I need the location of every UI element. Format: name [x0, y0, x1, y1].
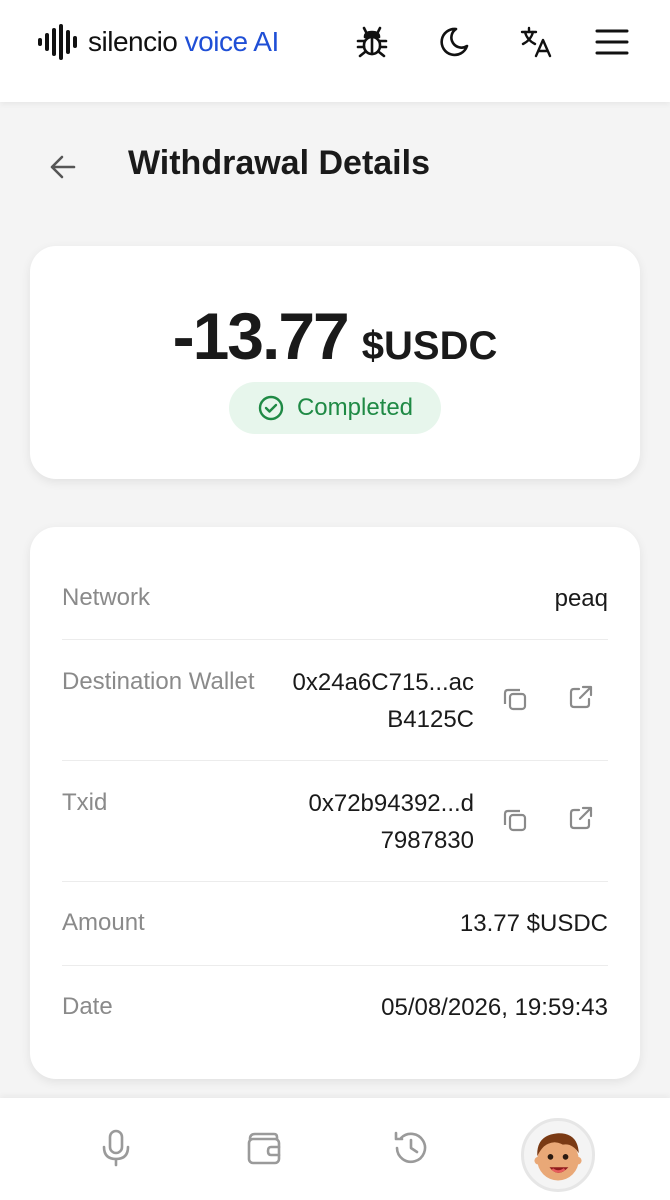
external-link-icon — [569, 685, 593, 709]
brand-name: silencio voice AI — [88, 26, 279, 58]
detail-row-txid: Txid 0x72b94392...d 7987830 — [62, 761, 608, 882]
destination-wallet-label: Destination Wallet — [62, 668, 255, 695]
detail-row-amount: Amount 13.77 $USDC — [62, 882, 608, 966]
network-label: Network — [62, 584, 151, 611]
txid-value: 0x72b94392...d 7987830 — [309, 785, 474, 859]
soundwave-logo-icon — [38, 24, 77, 60]
history-icon — [394, 1131, 427, 1164]
withdrawal-amount: -13.77 — [172, 299, 350, 373]
date-label: Date — [62, 993, 113, 1020]
open-txid-link-button[interactable] — [566, 803, 600, 837]
nav-history-button[interactable] — [391, 1128, 435, 1172]
detail-row-date: Date 05/08/2026, 19:59:43 — [62, 966, 608, 1079]
amount-value: 13.77 $USDC — [459, 910, 608, 937]
menu-button[interactable] — [592, 22, 632, 62]
destination-wallet-value: 0x24a6C715...ac B4125C — [293, 664, 474, 738]
menu-icon — [595, 29, 629, 55]
external-link-icon — [569, 806, 593, 830]
wallet-icon — [247, 1132, 281, 1165]
network-value: peaq — [554, 585, 608, 612]
amount-label: Amount — [62, 909, 145, 936]
bottom-nav — [0, 1098, 670, 1200]
copy-icon — [503, 688, 527, 711]
txid-line2: 7987830 — [380, 827, 474, 854]
arrow-left-icon — [50, 155, 76, 179]
detail-row-destination-wallet: Destination Wallet 0x24a6C715...ac B4125… — [62, 640, 608, 761]
avatar — [534, 1133, 582, 1181]
wallet-address-line2: B4125C — [387, 706, 474, 733]
brand-logo[interactable]: silencio voice AI — [38, 24, 279, 60]
copy-txid-button[interactable] — [500, 805, 534, 839]
translate-icon — [520, 26, 552, 58]
bug-report-button[interactable] — [352, 22, 392, 62]
brand-name-part1: silencio — [88, 26, 178, 57]
amount-summary-card: -13.77 $USDC Completed — [30, 246, 640, 479]
txid-label: Txid — [62, 789, 108, 816]
open-wallet-link-button[interactable] — [566, 682, 600, 716]
date-value: 05/08/2026, 19:59:43 — [381, 994, 608, 1021]
amount-currency: $USDC — [361, 324, 498, 368]
status-text: Completed — [296, 394, 414, 421]
top-bar: silencio voice AI — [0, 0, 670, 102]
microphone-icon — [102, 1129, 130, 1167]
profile-avatar-button[interactable] — [521, 1118, 595, 1192]
brand-name-part2: voice AI — [184, 26, 280, 57]
copy-wallet-button[interactable] — [500, 684, 534, 718]
nav-wallet-button[interactable] — [244, 1128, 288, 1172]
txid-line1: 0x72b94392...d — [308, 790, 474, 817]
detail-row-network: Network peaq — [62, 527, 608, 640]
amount-line: -13.77 $USDC — [30, 298, 640, 374]
copy-icon — [503, 809, 527, 832]
wallet-address-line1: 0x24a6C715...ac — [292, 669, 474, 696]
back-button[interactable] — [44, 148, 82, 186]
details-card: Network peaq Destination Wallet 0x24a6C7… — [30, 527, 640, 1079]
status-badge: Completed — [229, 382, 441, 434]
theme-toggle-button[interactable] — [434, 22, 474, 62]
page-title: Withdrawal Details — [128, 144, 430, 182]
bug-icon — [356, 26, 388, 58]
moon-icon — [440, 27, 469, 57]
nav-record-button[interactable] — [96, 1128, 140, 1172]
check-circle-icon — [258, 395, 284, 421]
language-button[interactable] — [516, 22, 556, 62]
